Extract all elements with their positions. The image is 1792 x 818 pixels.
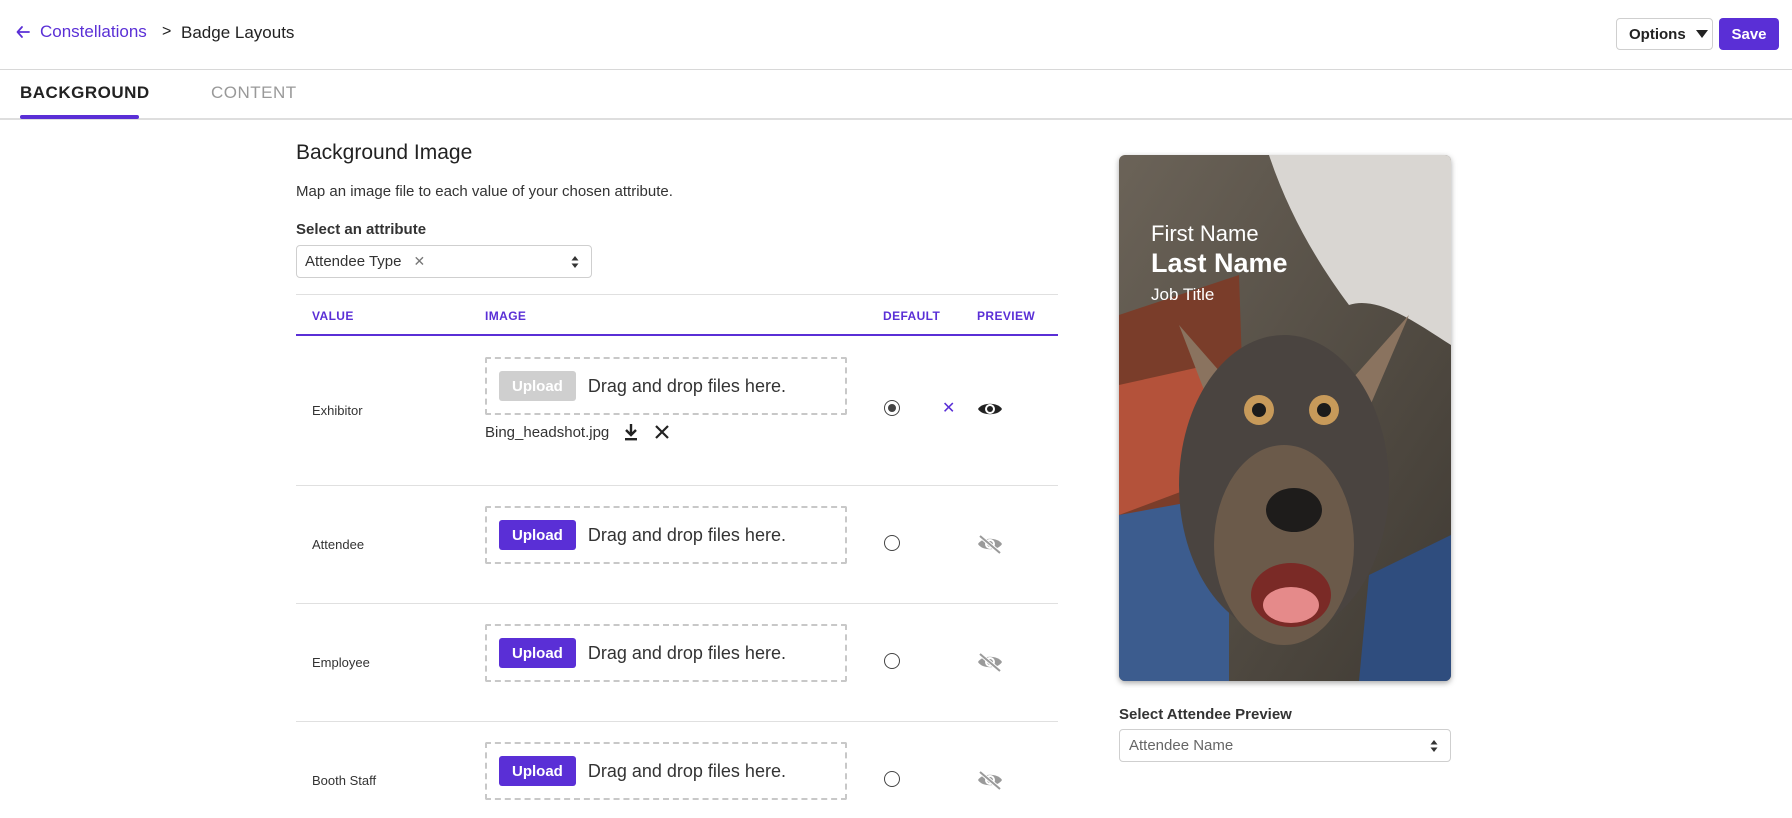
tab-content[interactable]: CONTENT (211, 83, 297, 103)
row-value-label: Exhibitor (312, 403, 363, 418)
attendee-preview-placeholder: Attendee Name (1129, 737, 1234, 754)
badge-first-name: First Name (1151, 221, 1259, 246)
badge-preview: First Name Last Name Job Title (1119, 155, 1451, 681)
download-icon[interactable] (623, 423, 639, 441)
table-row: Employee Upload Drag and drop files here… (296, 604, 1058, 722)
top-bar: Constellations > Badge Layouts Options S… (0, 0, 1792, 70)
back-link[interactable]: Constellations (16, 22, 147, 42)
column-header-image: IMAGE (485, 309, 527, 323)
dropzone-text: Drag and drop files here. (587, 760, 786, 781)
breadcrumb-current: Badge Layouts (181, 23, 295, 42)
arrow-left-icon (16, 26, 30, 38)
eye-off-icon[interactable] (977, 652, 1003, 672)
dropzone-text: Drag and drop files here. (587, 375, 786, 396)
breadcrumb-separator: > (162, 23, 172, 40)
save-button[interactable]: Save (1719, 18, 1779, 50)
table-header: VALUE IMAGE DEFAULT PREVIEW (296, 294, 1058, 336)
clear-icon[interactable]: ✕ (413, 253, 425, 270)
upload-button[interactable]: Upload (499, 638, 576, 668)
tab-bar: BACKGROUND CONTENT (0, 70, 1792, 120)
section-title: Background Image (296, 141, 473, 164)
attribute-select-value: Attendee Type (305, 253, 402, 270)
attribute-label: Select an attribute (296, 221, 427, 238)
badge-last-name: Last Name (1151, 248, 1288, 278)
default-radio[interactable] (884, 400, 900, 416)
dropzone-text: Drag and drop files here. (587, 642, 786, 663)
default-radio[interactable] (884, 771, 900, 787)
remove-file-icon[interactable] (653, 423, 671, 441)
row-value-label: Employee (312, 655, 370, 670)
section-description: Map an image file to each value of your … (296, 183, 673, 200)
options-label: Options (1629, 25, 1686, 43)
file-name: Bing_headshot.jpg (485, 423, 610, 441)
uploaded-file: Bing_headshot.jpg (485, 423, 671, 441)
badge-job-title: Job Title (1151, 285, 1215, 304)
sort-arrows-icon (1430, 740, 1438, 752)
upload-button[interactable]: Upload (499, 520, 576, 550)
column-header-default: DEFAULT (883, 309, 941, 323)
attribute-select[interactable]: Attendee Type ✕ (296, 245, 592, 278)
sort-arrows-icon (571, 256, 579, 268)
file-dropzone[interactable]: Upload Drag and drop files here. (485, 506, 847, 564)
eye-icon[interactable] (977, 399, 1003, 419)
upload-button[interactable]: Upload (499, 756, 576, 786)
back-link-label: Constellations (40, 22, 147, 41)
attendee-preview-select[interactable]: Attendee Name (1119, 729, 1451, 762)
dropzone-text: Drag and drop files here. (587, 524, 786, 545)
file-dropzone[interactable]: Upload Drag and drop files here. (485, 357, 847, 415)
column-header-value: VALUE (312, 309, 354, 323)
table-row: Booth Staff Upload Drag and drop files h… (296, 722, 1058, 818)
default-radio[interactable] (884, 535, 900, 551)
eye-off-icon[interactable] (977, 770, 1003, 790)
tab-background[interactable]: BACKGROUND (20, 83, 150, 103)
row-value-label: Attendee (312, 537, 365, 552)
clear-default-icon[interactable]: ✕ (942, 398, 955, 418)
table-row: Exhibitor Upload Drag and drop files her… (296, 337, 1058, 486)
table-row: Attendee Upload Drag and drop files here… (296, 486, 1058, 604)
column-header-preview: PREVIEW (977, 309, 1036, 323)
eye-off-icon[interactable] (977, 534, 1003, 554)
options-button[interactable]: Options (1616, 18, 1713, 50)
upload-button[interactable]: Upload (499, 371, 576, 401)
file-dropzone[interactable]: Upload Drag and drop files here. (485, 742, 847, 800)
preview-select-label: Select Attendee Preview (1119, 706, 1292, 723)
caret-down-icon (1695, 30, 1708, 38)
row-value-label: Booth Staff (312, 773, 377, 788)
file-dropzone[interactable]: Upload Drag and drop files here. (485, 624, 847, 682)
active-tab-indicator (20, 115, 139, 119)
default-radio[interactable] (884, 653, 900, 669)
